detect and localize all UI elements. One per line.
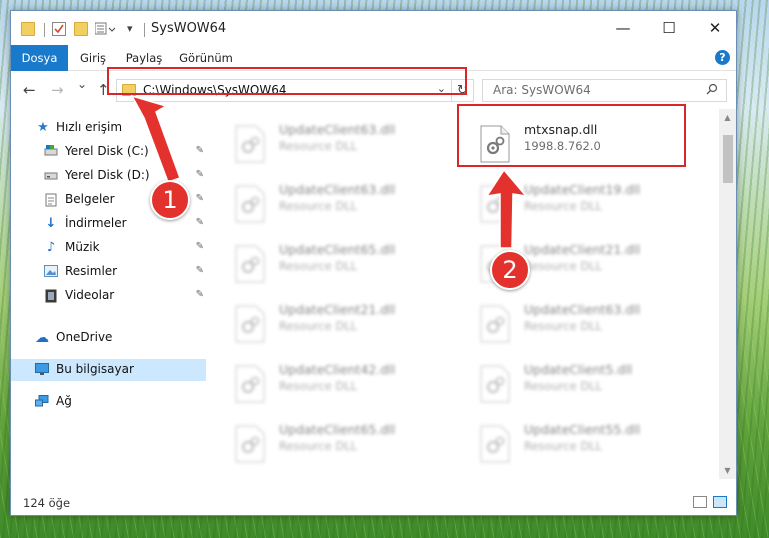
arrow-2 [485,168,528,249]
annotation-arrows [130,94,528,249]
arrow-1 [130,94,181,183]
callout-2: 2 [490,250,530,290]
callout-1: 1 [150,180,190,220]
